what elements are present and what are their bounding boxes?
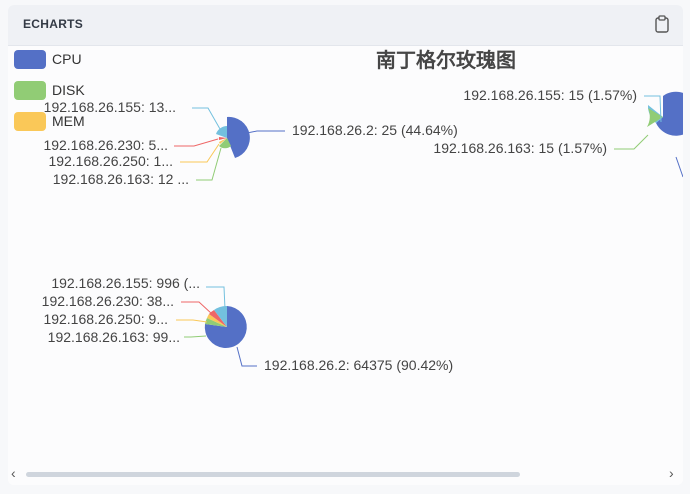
scroll-thumb[interactable] <box>26 472 520 477</box>
mem-leader-2 <box>236 346 257 367</box>
chart-title: 南丁格尔玫瑰图 <box>376 48 516 72</box>
chevron-left-icon[interactable]: ‹ <box>11 465 16 481</box>
legend-swatch-mem <box>14 112 46 131</box>
pie-disk: 192.168.26.155: 15 (1.57%) 192.168.26.16… <box>433 87 683 178</box>
disk-label-155: 192.168.26.155: 15 (1.57%) <box>463 87 637 103</box>
mem-label-163: 192.168.26.163: 99... <box>48 329 180 345</box>
cpu-label-250: 192.168.26.250: 1... <box>48 153 173 169</box>
legend-label-disk: DISK <box>52 82 85 98</box>
mem-label-2: 192.168.26.2: 64375 (90.42%) <box>264 357 453 373</box>
chevron-right-icon[interactable]: › <box>669 465 674 481</box>
rose-chart: 南丁格尔玫瑰图 CPU DISK MEM 192.168.26.2: 25 (4… <box>14 48 683 373</box>
cpu-leader-155 <box>192 107 221 130</box>
mem-label-155: 192.168.26.155: 996 (... <box>51 275 200 291</box>
pie-mem: 192.168.26.2: 64375 (90.42%) 192.168.26.… <box>42 275 454 373</box>
legend-item-disk[interactable]: DISK <box>14 81 85 100</box>
cpu-leader-2 <box>246 130 285 134</box>
chart-panel: ECHARTS 南丁格尔玫瑰图 CPU DISK MEM 192.168.26.… <box>8 5 683 485</box>
legend-swatch-disk <box>14 81 46 100</box>
legend-swatch-cpu <box>14 50 46 69</box>
legend-label-cpu: CPU <box>52 51 82 67</box>
pie-cpu-slice-155[interactable] <box>216 126 227 138</box>
cpu-leader-250 <box>180 143 220 163</box>
cpu-label-230: 192.168.26.230: 5... <box>43 137 168 153</box>
legend: CPU DISK MEM <box>14 50 85 131</box>
cpu-label-2: 192.168.26.2: 25 (44.64%) <box>292 122 458 138</box>
legend-item-cpu[interactable]: CPU <box>14 50 82 69</box>
disk-leader-main <box>675 156 683 178</box>
mem-leader-163 <box>184 335 207 338</box>
disk-label-163: 192.168.26.163: 15 (1.57%) <box>433 140 607 156</box>
mem-leader-155 <box>206 286 226 310</box>
cpu-leader-163 <box>196 147 222 181</box>
cpu-leader-230 <box>174 138 219 147</box>
pie-cpu-slice-2[interactable] <box>227 116 250 158</box>
horizontal-scrollbar[interactable]: ‹ › <box>8 463 683 485</box>
pie-cpu: 192.168.26.2: 25 (44.64%) 192.168.26.155… <box>43 99 457 187</box>
mem-leader-230 <box>181 301 213 315</box>
cpu-label-155: 192.168.26.155: 13... <box>44 99 176 115</box>
cpu-label-163: 192.168.26.163: 12 ... <box>53 171 189 187</box>
mem-leader-250 <box>176 319 208 323</box>
legend-label-mem: MEM <box>52 113 85 129</box>
mem-label-250: 192.168.26.250: 9... <box>43 311 168 327</box>
disk-leader-163 <box>614 134 649 150</box>
mem-label-230: 192.168.26.230: 38... <box>42 293 174 309</box>
